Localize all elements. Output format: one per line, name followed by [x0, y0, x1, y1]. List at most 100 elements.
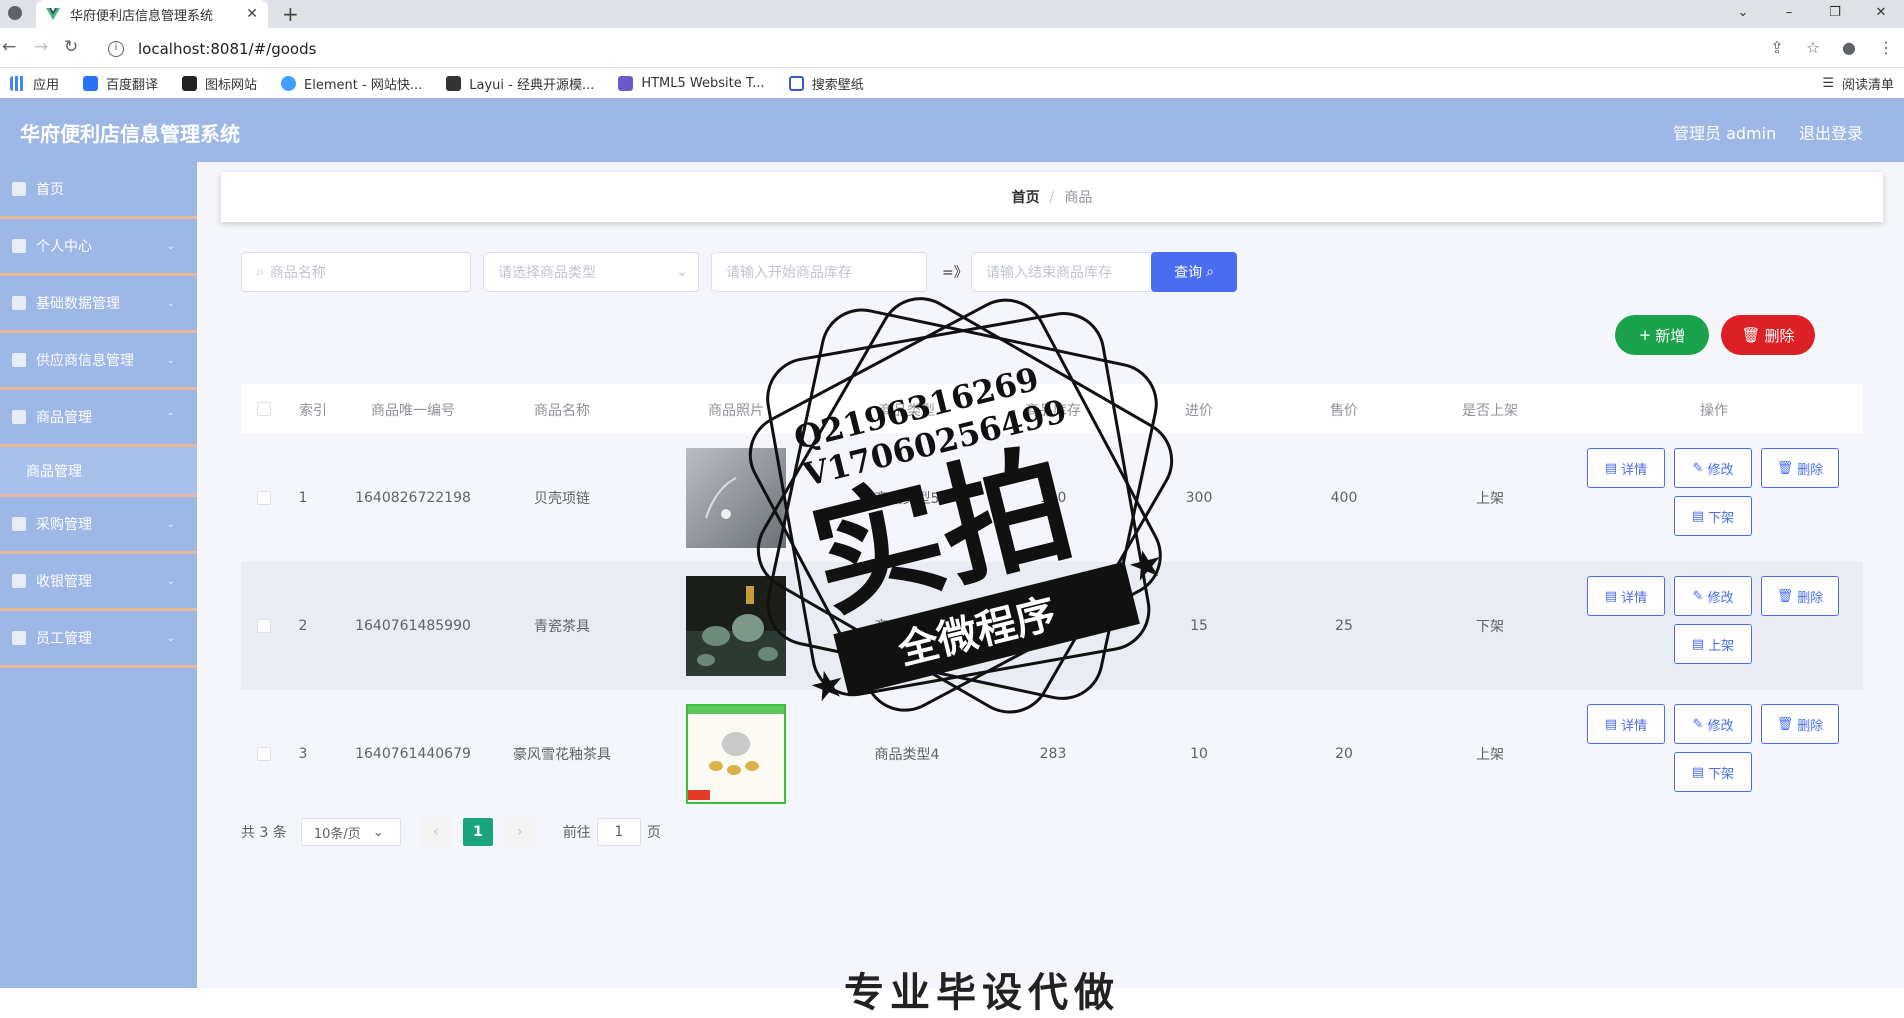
table-row: 1 1640826722198 贝壳项链 商品类型5 150 300 400 上… [241, 434, 1863, 562]
chevron-down-icon: ⌄ [676, 264, 688, 280]
goods-photo-snowflake-tea-set [686, 704, 786, 804]
cell-status: 下架 [1476, 619, 1504, 635]
restore-icon[interactable]: ❐ [1812, 0, 1858, 28]
sidebar-item-home[interactable]: 首页 [0, 162, 197, 219]
icon-site-icon [182, 75, 198, 91]
reading-list[interactable]: ☰ 阅读清单 [1822, 74, 1894, 93]
edit-button[interactable]: ✎ 修改 [1674, 448, 1752, 488]
cell-stock: 283 [1039, 746, 1067, 762]
add-button[interactable]: + 新增 [1615, 315, 1709, 355]
html5-icon [618, 75, 634, 91]
bookmark-baidu-translate[interactable]: 百度翻译 [83, 74, 158, 93]
page-size-select[interactable]: 10条/页 ⌄ [300, 818, 401, 846]
chevron-down-icon: ⌄ [166, 354, 175, 366]
more-menu-icon[interactable]: ⋮ [1878, 38, 1894, 57]
bookmark-star-icon[interactable]: ☆ [1806, 38, 1820, 57]
bookmark-element[interactable]: Element - 网站快... [281, 74, 422, 93]
sidebar-item-base-data[interactable]: 基础数据管理 ⌄ [0, 276, 197, 333]
address-bar: ← → ↻ i localhost:8081/#/goods ⇪ ☆ ● ⋮ [0, 28, 1904, 68]
goto-page-input[interactable]: 1 [596, 818, 641, 846]
trash-icon: 🗑 [1776, 460, 1794, 476]
bookmark-icon-site[interactable]: 图标网站 [182, 74, 257, 93]
detail-button[interactable]: ▤ 详情 [1587, 576, 1665, 616]
cell-stock: 150 [1039, 490, 1067, 506]
tab-title: 华府便利店信息管理系统 [70, 8, 214, 24]
bookmarks-bar: 应用 百度翻译 图标网站 Element - 网站快... Layui - 经典… [0, 68, 1904, 98]
goto-label: 前往 [562, 825, 591, 841]
sidebar-item-profile[interactable]: 个人中心 ⌄ [0, 219, 197, 276]
next-page-button[interactable]: › [504, 818, 535, 846]
browser-tab[interactable]: 华府便利店信息管理系统 ✕ [36, 0, 268, 28]
sidebar-item-staff[interactable]: 员工管理 ⌄ [0, 611, 197, 668]
edit-button[interactable]: ✎ 修改 [1674, 704, 1752, 744]
row-checkbox[interactable] [257, 619, 271, 633]
bulk-delete-button[interactable]: 🗑 删除 [1721, 315, 1815, 355]
vue-logo-icon [46, 8, 60, 20]
pagination-total: 共 3 条 [241, 825, 287, 841]
chevron-down-icon: ⌄ [166, 575, 175, 587]
search-icon: ⌕ [1206, 264, 1214, 280]
goods-name-input[interactable]: ⌕ 商品名称 [241, 252, 471, 292]
staff-icon [12, 631, 26, 645]
sidebar-item-supplier[interactable]: 供应商信息管理 ⌄ [0, 333, 197, 390]
detail-button[interactable]: ▤ 详情 [1587, 704, 1665, 744]
chrome-menu-icon[interactable] [8, 6, 22, 20]
cell-cost: 10 [1190, 746, 1208, 762]
share-icon[interactable]: ⇪ [1770, 38, 1783, 57]
bookmark-wallpaper[interactable]: 搜索壁纸 [788, 74, 864, 93]
page-number-current[interactable]: 1 [462, 818, 493, 846]
back-icon[interactable]: ← [2, 37, 16, 57]
sidebar-item-goods[interactable]: 商品管理 ⌃ [0, 390, 197, 447]
tab-search-icon[interactable]: ⌄ [1720, 0, 1766, 28]
chevron-down-icon: ⌄ [166, 632, 175, 644]
delete-button[interactable]: 🗑 删除 [1761, 704, 1839, 744]
url-text: localhost:8081/#/goods [138, 40, 317, 58]
sidebar-item-cashier[interactable]: 收银管理 ⌄ [0, 554, 197, 611]
toggle-listing-button[interactable]: ▤ 下架 [1674, 496, 1752, 536]
chevron-down-icon: ⌄ [166, 297, 175, 309]
stock-start-input[interactable]: 请输入开始商品库存 [711, 252, 927, 292]
bookmark-html5[interactable]: HTML5 Website T... [618, 75, 765, 91]
bookmark-layui[interactable]: Layui - 经典开源模... [446, 74, 594, 93]
range-symbol: =》 [942, 265, 968, 281]
document-icon: ▤ [1604, 588, 1618, 604]
toggle-listing-button[interactable]: ▤ 下架 [1674, 752, 1752, 792]
row-checkbox[interactable] [257, 747, 271, 761]
bookmark-apps[interactable]: 应用 [10, 74, 59, 93]
sidebar-item-purchase[interactable]: 采购管理 ⌄ [0, 497, 197, 554]
breadcrumb-home[interactable]: 首页 [1012, 187, 1040, 207]
cell-status: 上架 [1476, 747, 1504, 763]
wallpaper-icon [788, 75, 804, 91]
edit-button[interactable]: ✎ 修改 [1674, 576, 1752, 616]
search-button[interactable]: 查询 ⌕ [1151, 252, 1237, 292]
main-content: 首页 / 商品 ⌕ 商品名称 请选择商品类型 ⌄ 请输入开始商品库存 请输入结束商品… [197, 162, 1904, 988]
document-icon: ▤ [1691, 508, 1705, 524]
delete-button[interactable]: 🗑 删除 [1761, 576, 1839, 616]
prev-page-button[interactable]: ‹ [420, 818, 451, 846]
col-type: 商品类型 [879, 403, 935, 419]
site-info-icon[interactable]: i [108, 41, 124, 57]
select-all-checkbox[interactable] [257, 402, 271, 416]
sidebar-subitem-goods[interactable]: 商品管理 [0, 447, 197, 497]
user-icon [12, 239, 26, 253]
forward-icon[interactable]: → [34, 37, 48, 57]
delete-button[interactable]: 🗑 删除 [1761, 448, 1839, 488]
toggle-listing-button[interactable]: ▤ 上架 [1674, 624, 1752, 664]
close-tab-icon[interactable]: ✕ [246, 6, 258, 22]
detail-button[interactable]: ▤ 详情 [1587, 448, 1665, 488]
goods-photo-celadon-tea-set [686, 576, 786, 676]
window-controls: ⌄ – ❐ ✕ [1720, 0, 1904, 28]
reload-icon[interactable]: ↻ [64, 37, 78, 57]
logout-link[interactable]: 退出登录 [1799, 120, 1863, 144]
goods-type-select[interactable]: 请选择商品类型 ⌄ [483, 252, 699, 292]
profile-icon[interactable]: ● [1842, 38, 1856, 57]
close-window-icon[interactable]: ✕ [1858, 0, 1904, 28]
url-field[interactable]: i localhost:8081/#/goods [100, 34, 1800, 64]
new-tab-icon[interactable]: + [282, 2, 299, 26]
row-checkbox[interactable] [257, 491, 271, 505]
document-icon: ▤ [1604, 460, 1618, 476]
list-icon [12, 296, 26, 310]
edit-icon: ✎ [1692, 716, 1704, 732]
minimize-icon[interactable]: – [1766, 0, 1812, 28]
col-price: 售价 [1330, 403, 1358, 419]
